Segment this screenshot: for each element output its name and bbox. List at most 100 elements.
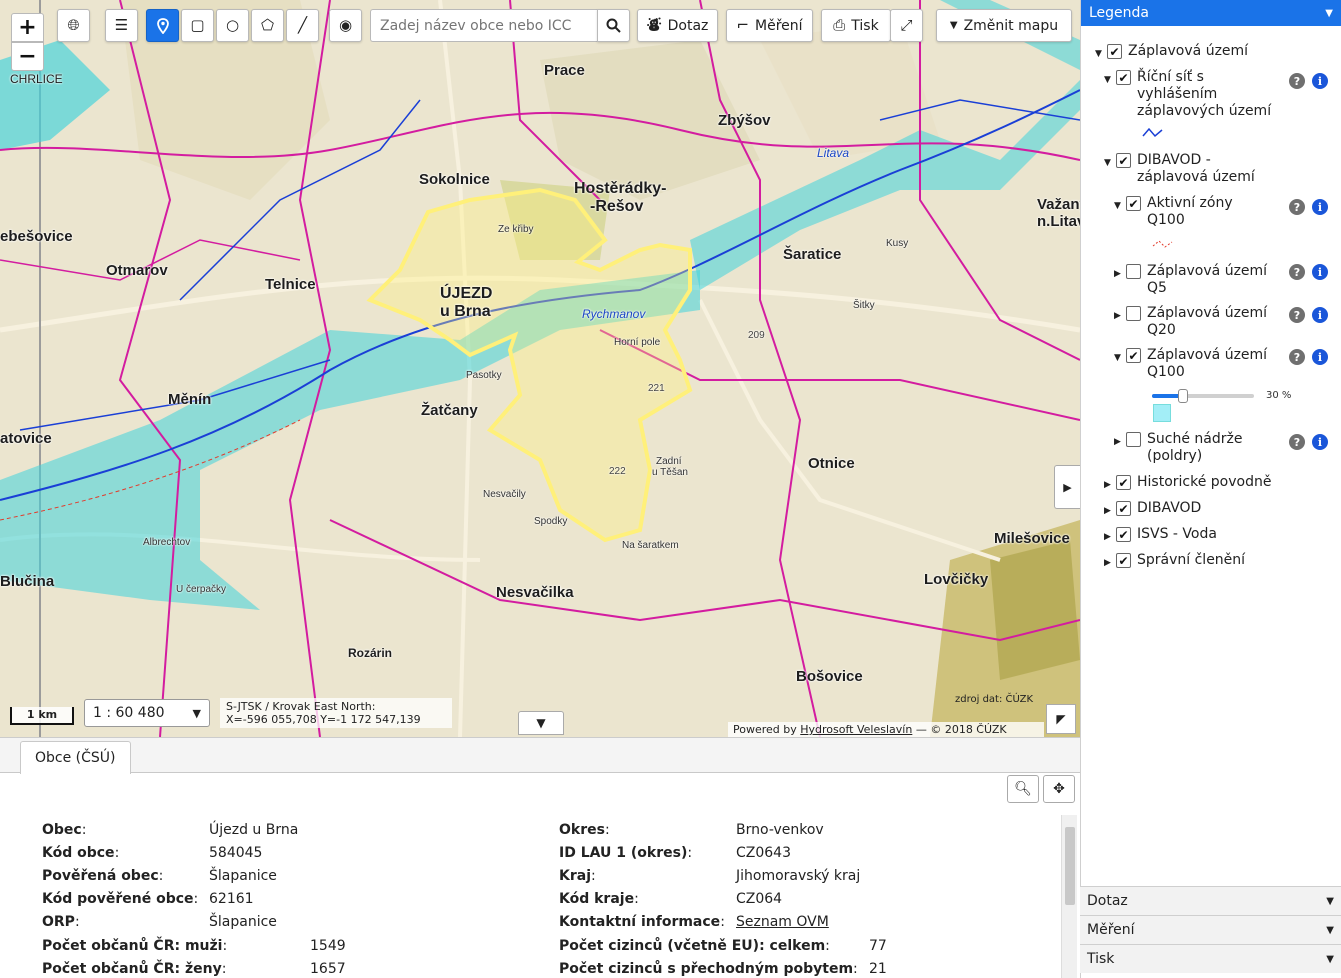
- legend-item-aktivni-zony[interactable]: ▼ ✔ Aktivní zóny Q100: [1114, 195, 1267, 229]
- expand-caret-icon[interactable]: ▶: [1114, 266, 1126, 283]
- caret-right-icon: ▶: [1063, 480, 1072, 494]
- pan-to-feature-button[interactable]: ✥: [1043, 775, 1075, 803]
- polygon-tool-button[interactable]: ⬠: [251, 9, 284, 42]
- legend-header[interactable]: Legenda ▼: [1081, 0, 1341, 26]
- accordion-tisk[interactable]: Tisk ▼: [1080, 944, 1341, 973]
- circle-tool-button[interactable]: ○: [216, 9, 249, 42]
- legend-item-dibavod[interactable]: ▶ ✔ DIBAVOD: [1104, 500, 1277, 520]
- search-button[interactable]: [597, 9, 630, 42]
- info-icon[interactable]: i: [1312, 264, 1328, 280]
- checkbox[interactable]: ✔: [1116, 553, 1131, 568]
- caret-down-icon: ▼: [1325, 7, 1333, 19]
- panel-toggle-button[interactable]: ▼: [518, 711, 564, 735]
- tab-obce[interactable]: Obce (ČSÚ): [20, 741, 131, 774]
- zoom-to-feature-button[interactable]: 🔍︎: [1007, 775, 1039, 803]
- accordion-mereni[interactable]: Měření ▼: [1080, 915, 1341, 944]
- legend-item-ricni-sit[interactable]: ▼ ✔ Říční síť s vyhlášením záplavových ú…: [1104, 69, 1277, 120]
- caret-down-icon: ▼: [1326, 895, 1334, 907]
- place-telnice: Telnice: [265, 276, 316, 293]
- place-zatcany: Žatčany: [421, 402, 478, 419]
- help-icon[interactable]: ?: [1289, 434, 1305, 450]
- expand-caret-icon[interactable]: ▼: [1114, 350, 1126, 367]
- overview-toggle-button[interactable]: ◤: [1046, 704, 1076, 734]
- checkbox[interactable]: [1126, 432, 1141, 447]
- attr-label: Kód pověřené obce:: [42, 891, 199, 907]
- attr-label: ID LAU 1 (okres):: [559, 845, 693, 861]
- legend-item-historicke-povodne[interactable]: ▶ ✔ Historické povodně: [1104, 474, 1317, 494]
- expand-caret-icon[interactable]: ▶: [1104, 503, 1116, 520]
- opacity-value: 30 %: [1266, 390, 1292, 401]
- query-button[interactable]: ⛇ Dotaz: [637, 9, 718, 42]
- checkbox[interactable]: [1126, 264, 1141, 279]
- expand-caret-icon[interactable]: ▼: [1104, 72, 1116, 89]
- info-icon[interactable]: i: [1312, 307, 1328, 323]
- expand-caret-icon[interactable]: ▶: [1104, 529, 1116, 546]
- place-u-tesan: u Těšan: [652, 467, 688, 478]
- accordion-dotaz[interactable]: Dotaz ▼: [1080, 886, 1341, 915]
- legend-item-zaplavova-uzemi[interactable]: ▼ ✔ Záplavová území: [1095, 43, 1308, 63]
- credits: Powered by Hydrosoft Veleslavín — © 2018…: [728, 722, 1044, 737]
- checkbox[interactable]: ✔: [1107, 44, 1122, 59]
- measure-button[interactable]: ⌐ Měření: [726, 9, 813, 42]
- checkbox[interactable]: ✔: [1116, 70, 1131, 85]
- checkbox[interactable]: ✔: [1116, 501, 1131, 516]
- info-icon[interactable]: i: [1312, 349, 1328, 365]
- panel-scrollbar[interactable]: [1061, 815, 1077, 978]
- zoom-out-button[interactable]: −: [11, 42, 44, 71]
- legend-item-label: Záplavová území Q20: [1147, 305, 1268, 338]
- sidebar-toggle-button[interactable]: ▶: [1054, 465, 1080, 509]
- opacity-slider[interactable]: [1152, 389, 1254, 403]
- point-tool-button[interactable]: [146, 9, 179, 42]
- expand-caret-icon[interactable]: ▶: [1114, 434, 1126, 451]
- legend-item-q100[interactable]: ▼ ✔ Záplavová území Q100: [1114, 347, 1275, 381]
- change-map-button[interactable]: ▼ Změnit mapu: [936, 9, 1072, 42]
- credits-link[interactable]: Hydrosoft Veleslavín: [800, 723, 912, 736]
- info-icon[interactable]: i: [1312, 73, 1328, 89]
- globe-button[interactable]: 🌐︎: [57, 9, 90, 42]
- search-input[interactable]: [370, 9, 598, 42]
- menu-button[interactable]: ☰: [105, 9, 138, 42]
- legend-item-suche-nadrze[interactable]: ▶ Suché nádrže (poldry): [1114, 431, 1275, 465]
- checkbox[interactable]: ✔: [1116, 527, 1131, 542]
- seznam-ovm-link[interactable]: Seznam OVM: [736, 914, 829, 930]
- rectangle-tool-button[interactable]: ▢: [181, 9, 214, 42]
- legend-item-isvs-voda[interactable]: ▶ ✔ ISVS - Voda: [1104, 526, 1277, 546]
- scale-select[interactable]: 1 : 60 480 ▼: [84, 699, 210, 727]
- help-icon[interactable]: ?: [1289, 199, 1305, 215]
- palette-button[interactable]: ◉: [329, 9, 362, 42]
- help-icon[interactable]: ?: [1289, 73, 1305, 89]
- fullscreen-button[interactable]: ⤢: [890, 9, 923, 42]
- expand-caret-icon[interactable]: ▼: [1114, 198, 1126, 215]
- expand-caret-icon[interactable]: ▼: [1095, 46, 1107, 63]
- legend-item-dibavod-zaplavova[interactable]: ▼ ✔ DIBAVOD - záplavová území: [1104, 152, 1277, 186]
- river-line-symbol: [1142, 127, 1163, 138]
- credits-prefix: Powered by: [733, 723, 801, 736]
- zoom-in-button[interactable]: +: [11, 13, 44, 42]
- opacity-slider-handle[interactable]: [1177, 389, 1188, 403]
- expand-caret-icon[interactable]: ▶: [1104, 477, 1116, 494]
- polygon-icon: ⬠: [260, 16, 275, 34]
- help-icon[interactable]: ?: [1289, 264, 1305, 280]
- info-icon[interactable]: i: [1312, 434, 1328, 450]
- scrollbar-thumb[interactable]: [1065, 827, 1075, 905]
- caret-down-icon: ▼: [1326, 953, 1334, 965]
- checkbox[interactable]: [1126, 306, 1141, 321]
- info-icon[interactable]: i: [1312, 199, 1328, 215]
- legend-item-q20[interactable]: ▶ Záplavová území Q20: [1114, 305, 1275, 339]
- checkbox[interactable]: ✔: [1126, 196, 1141, 211]
- checkbox[interactable]: ✔: [1116, 475, 1131, 490]
- map-canvas[interactable]: Prace Sokolnice Hostěrádky- -Rešov Zbýšo…: [0, 0, 1080, 737]
- help-icon[interactable]: ?: [1289, 349, 1305, 365]
- legend-item-q5[interactable]: ▶ Záplavová území Q5: [1114, 263, 1275, 297]
- coordinate-readout: S-JTSK / Krovak East North: X=-596 055,7…: [220, 698, 452, 728]
- print-button[interactable]: ⎙ Tisk: [821, 9, 891, 42]
- help-icon[interactable]: ?: [1289, 307, 1305, 323]
- expand-caret-icon[interactable]: ▶: [1104, 555, 1116, 572]
- checkbox[interactable]: ✔: [1126, 348, 1141, 363]
- legend-item-spravni-cleneni[interactable]: ▶ ✔ Správní členění: [1104, 552, 1277, 572]
- expand-caret-icon[interactable]: ▼: [1104, 155, 1116, 172]
- expand-caret-icon[interactable]: ▶: [1114, 308, 1126, 325]
- checkbox[interactable]: ✔: [1116, 153, 1131, 168]
- attr-label: Počet cizinců s přechodným pobytem:: [559, 961, 858, 977]
- line-tool-button[interactable]: ╱: [286, 9, 319, 42]
